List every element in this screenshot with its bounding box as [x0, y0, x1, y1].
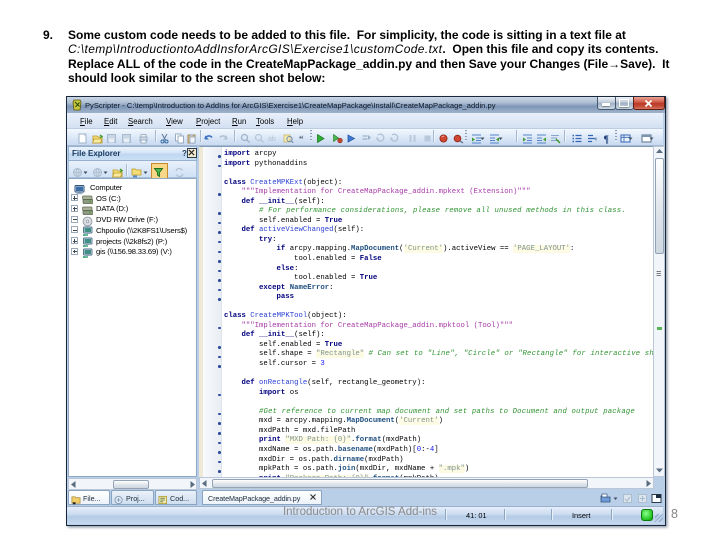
- svg-text:¶: ¶: [604, 134, 609, 144]
- svg-text:ab: ab: [268, 136, 276, 143]
- svg-text:“: “: [299, 134, 304, 144]
